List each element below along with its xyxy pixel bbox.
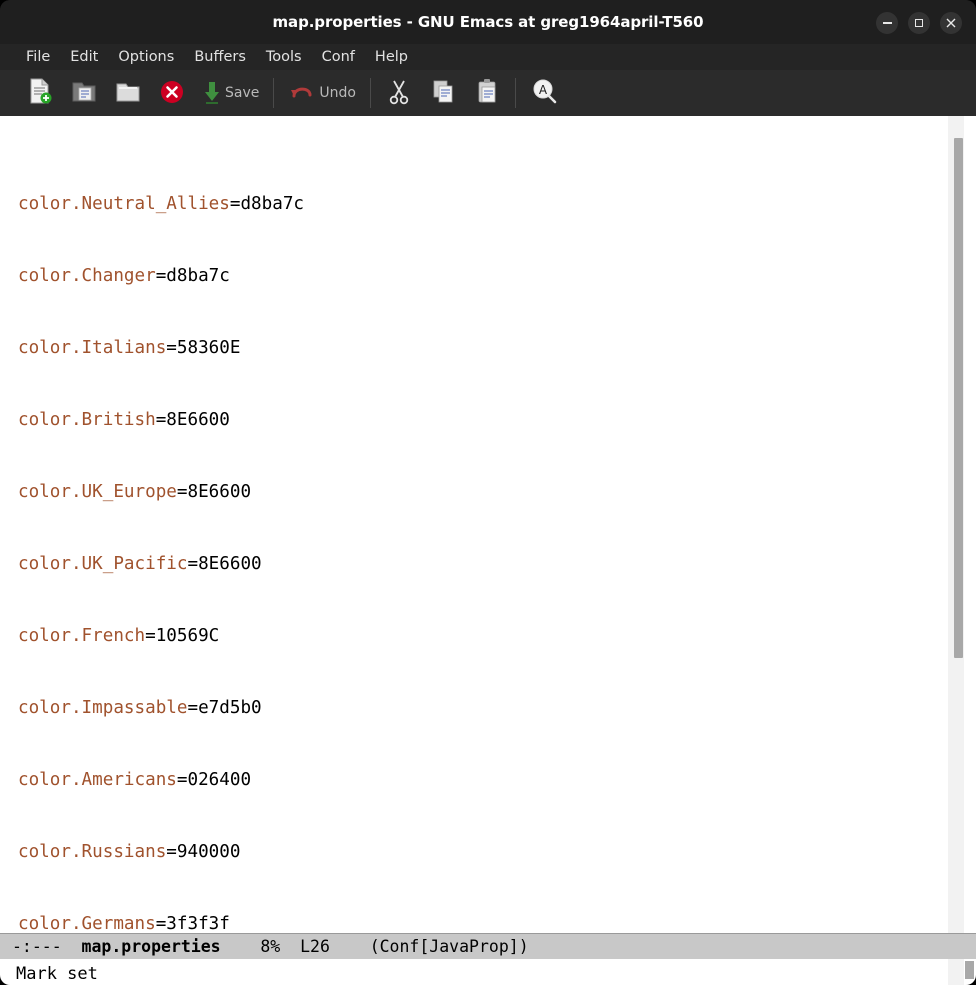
property-key: color.British	[18, 410, 156, 430]
property-key: color.Impassable	[18, 698, 188, 718]
menu-bar: File Edit Options Buffers Tools Conf Hel…	[0, 44, 976, 70]
menu-item-tools[interactable]: Tools	[256, 47, 312, 68]
cut-icon	[386, 77, 412, 109]
maximize-icon[interactable]	[908, 12, 930, 34]
save-label: Save	[225, 85, 260, 101]
property-value: 10569C	[155, 626, 220, 646]
property-value: 8E6600	[198, 554, 262, 574]
toolbar-separator-3	[514, 78, 516, 108]
close-buffer-button[interactable]	[150, 73, 194, 113]
menu-item-conf[interactable]: Conf	[312, 47, 365, 68]
buffer-area[interactable]: color.Neutral_Allies=d8ba7c color.Change…	[0, 116, 976, 933]
menu-item-help[interactable]: Help	[365, 47, 418, 68]
property-value: 8E6600	[187, 482, 252, 502]
modeline-position: 8%	[260, 937, 281, 956]
minimize-icon[interactable]	[876, 12, 898, 34]
property-value: d8ba7c	[240, 194, 305, 214]
property-value: 940000	[176, 842, 241, 862]
svg-text:A: A	[539, 83, 548, 97]
buffer-line: color.Italians=58360E	[18, 338, 241, 358]
property-key: color.Changer	[18, 266, 156, 286]
vertical-scrollbar-thumb[interactable]	[954, 138, 963, 658]
property-key: color.UK_Europe	[18, 482, 177, 502]
modeline-status: -:---	[12, 937, 62, 956]
save-icon	[202, 77, 222, 109]
open-folder-icon	[115, 77, 141, 109]
property-key: color.French	[18, 626, 146, 646]
open-folder-button[interactable]	[106, 73, 150, 113]
minibuffer-message: Mark set	[16, 964, 98, 984]
buffer-line: color.French=10569C	[18, 626, 220, 646]
property-value: 58360E	[176, 338, 241, 358]
paste-icon	[474, 77, 500, 109]
menu-item-options[interactable]: Options	[108, 47, 184, 68]
minibuffer[interactable]: Mark set	[0, 959, 976, 985]
buffer-line: color.Neutral_Allies=d8ba7c	[18, 194, 305, 214]
menu-item-edit[interactable]: Edit	[60, 47, 108, 68]
save-button[interactable]: Save	[194, 73, 267, 113]
tool-bar: Save Undo A	[0, 70, 976, 116]
mode-line: -:--- map.properties 8% L26 (Conf[JavaPr…	[0, 933, 976, 959]
minibuffer-scrollbar-thumb[interactable]	[965, 961, 974, 979]
property-value: d8ba7c	[166, 266, 230, 286]
search-icon: A	[530, 77, 558, 109]
new-file-button[interactable]	[18, 73, 62, 113]
copy-button[interactable]	[421, 73, 465, 113]
toolbar-separator-2	[369, 78, 371, 108]
scrollbar-gutter	[964, 116, 976, 933]
modeline-line-number: L26	[300, 937, 330, 956]
buffer-line: color.UK_Pacific=8E6600	[18, 554, 262, 574]
window-controls	[876, 12, 962, 34]
buffer-line: color.Impassable=e7d5b0	[18, 698, 262, 718]
buffer-line: color.British=8E6600	[18, 410, 230, 430]
property-key: color.UK_Pacific	[18, 554, 188, 574]
buffer-line: color.UK_Europe=8E6600	[18, 482, 252, 502]
property-value: e7d5b0	[198, 698, 262, 718]
toolbar-separator-1	[273, 78, 275, 108]
buffer-line: color.Changer=d8ba7c	[18, 266, 230, 286]
buffer-line: color.Americans=026400	[18, 770, 252, 790]
property-key: color.Italians	[18, 338, 167, 358]
menu-item-buffers[interactable]: Buffers	[184, 47, 256, 68]
close-buffer-icon	[159, 77, 185, 109]
buffer-line: color.Russians=940000	[18, 842, 241, 862]
property-value: 026400	[187, 770, 252, 790]
title-bar: map.properties - GNU Emacs at greg1964ap…	[0, 0, 976, 44]
window-title: map.properties - GNU Emacs at greg1964ap…	[272, 13, 704, 31]
menu-item-file[interactable]: File	[16, 47, 60, 68]
search-button[interactable]: A	[522, 73, 566, 113]
close-icon[interactable]	[940, 12, 962, 34]
property-value: 3f3f3f	[166, 914, 230, 933]
undo-label: Undo	[319, 85, 356, 101]
modeline-major-mode: (Conf[JavaProp])	[369, 937, 529, 956]
cut-button[interactable]	[377, 73, 421, 113]
paste-button[interactable]	[465, 73, 509, 113]
copy-icon	[430, 77, 456, 109]
buffer-text[interactable]: color.Neutral_Allies=d8ba7c color.Change…	[0, 116, 976, 933]
minibuffer-scroll-gutter	[948, 959, 964, 985]
property-value: 8E6600	[166, 410, 230, 430]
new-file-icon	[27, 77, 53, 109]
property-key: color.Germans	[18, 914, 156, 933]
open-file-button[interactable]	[62, 73, 106, 113]
undo-button[interactable]: Undo	[280, 73, 364, 113]
buffer-line: color.Germans=3f3f3f	[18, 914, 230, 933]
emacs-window: map.properties - GNU Emacs at greg1964ap…	[0, 0, 976, 985]
undo-icon	[288, 77, 316, 109]
property-key: color.Russians	[18, 842, 167, 862]
open-file-icon	[71, 77, 97, 109]
property-key: color.Neutral_Allies	[18, 194, 230, 214]
modeline-buffer-name: map.properties	[81, 937, 221, 956]
property-key: color.Americans	[18, 770, 177, 790]
